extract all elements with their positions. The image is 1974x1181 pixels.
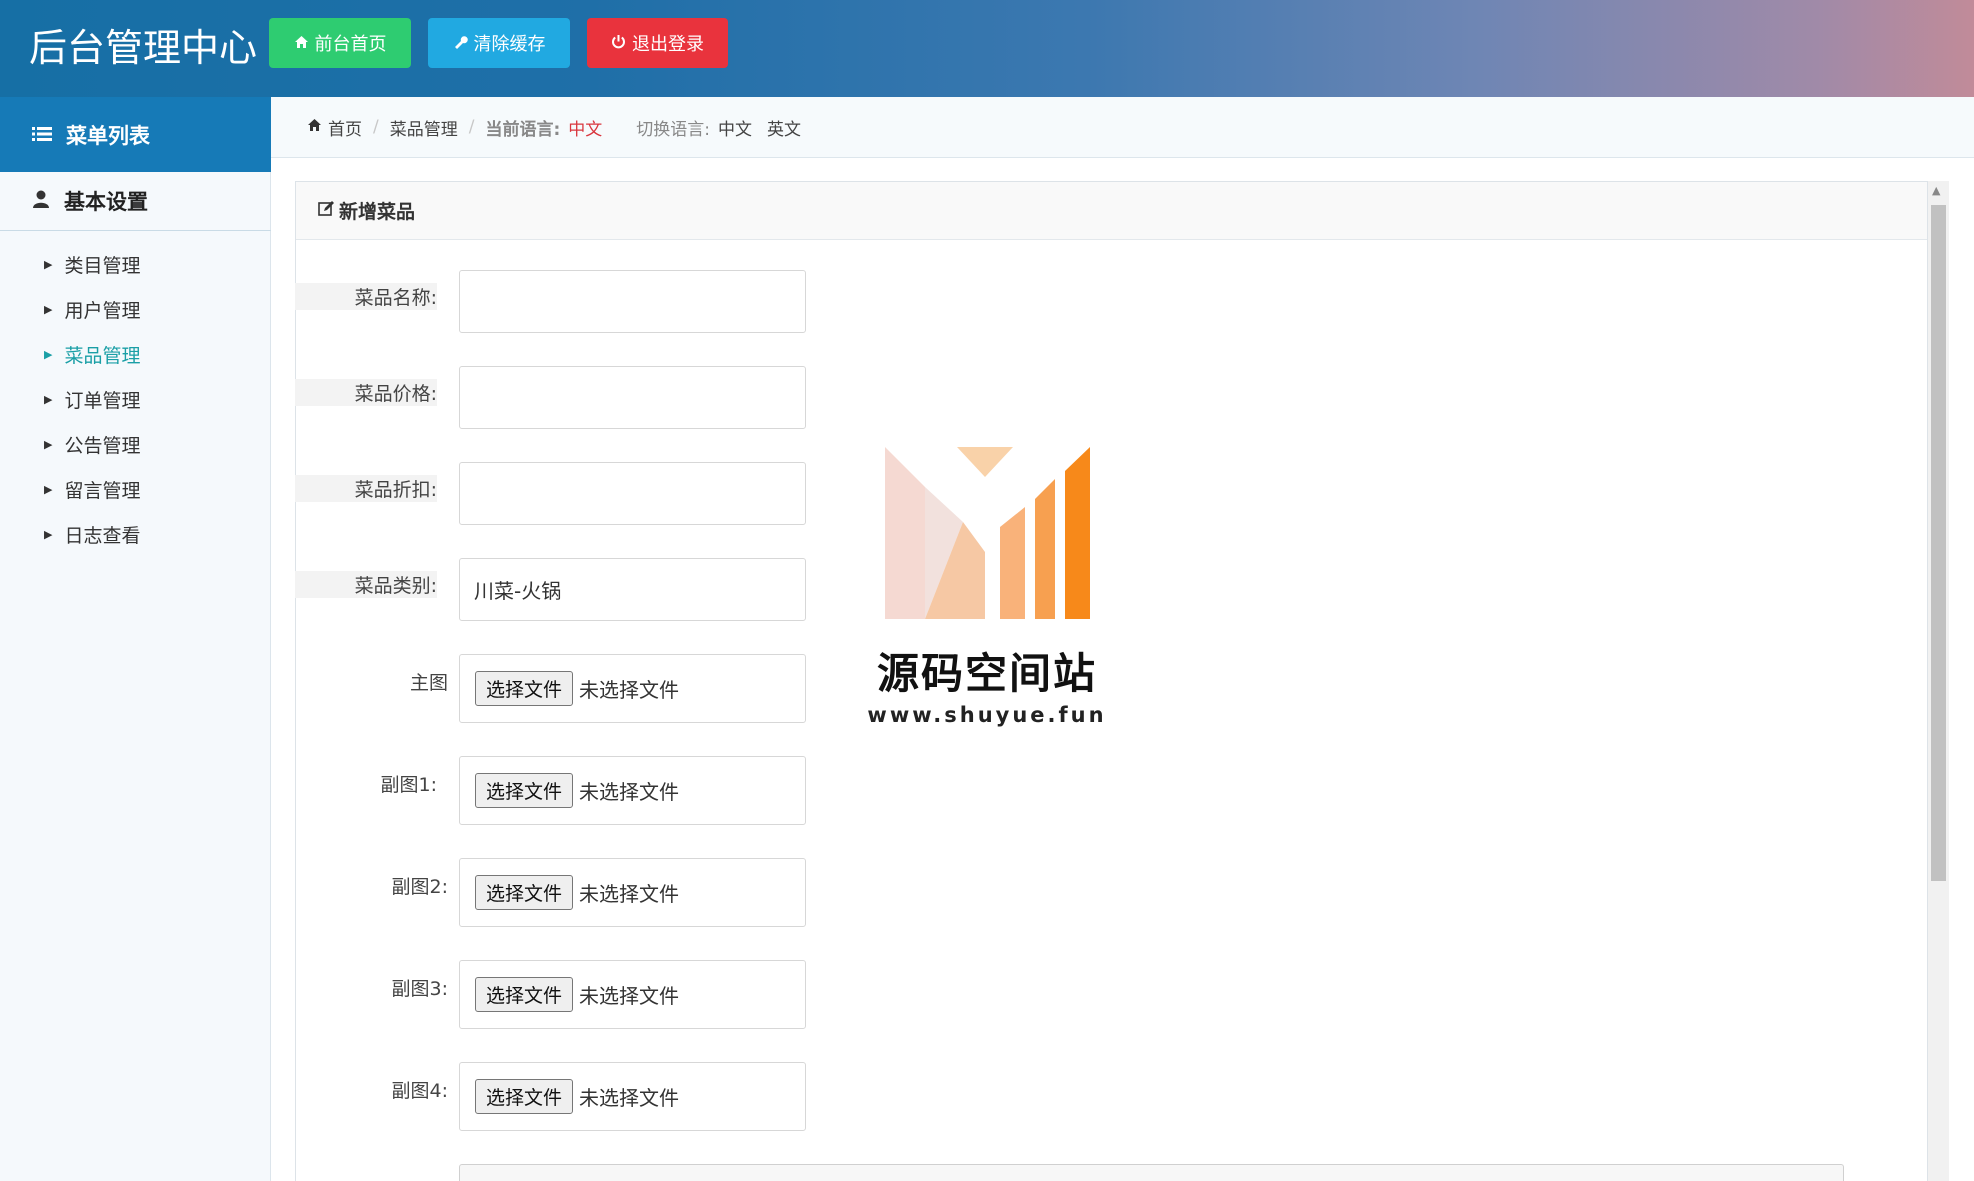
panel-title: 新增菜品 [339, 201, 416, 223]
frontend-home-button[interactable]: 前台首页 [269, 18, 411, 68]
breadcrumb-separator: / [468, 117, 475, 137]
no-file-text: 未选择文件 [579, 780, 680, 804]
no-file-text: 未选择文件 [579, 678, 680, 702]
sidebar-item-messages[interactable]: ▶ 留言管理 [0, 467, 271, 512]
sidebar-item-label: 用户管理 [64, 300, 141, 322]
watermark-logo [885, 447, 1090, 623]
scroll-up-arrow-icon[interactable]: ▲ [1932, 184, 1940, 197]
main-image-label: 主图 [409, 672, 448, 694]
choose-file-button[interactable]: 选择文件 [475, 773, 574, 808]
language-english-link[interactable]: 英文 [767, 115, 801, 140]
caret-right-icon: ▶ [44, 303, 53, 316]
scrollbar-thumb[interactable] [1931, 205, 1946, 881]
breadcrumb: 首页 / 菜品管理 / 当前语言: 中文 切换语言: 中文 英文 [271, 97, 1974, 158]
wrench-icon [453, 34, 468, 53]
power-icon [611, 34, 626, 53]
choose-file-button[interactable]: 选择文件 [475, 977, 574, 1012]
dish-discount-label: 菜品折扣: [295, 475, 437, 502]
sub-image-1-label: 副图1: [380, 774, 438, 796]
sub-image-3-label: 副图3: [391, 978, 449, 1000]
menu-list-header: 菜单列表 [0, 97, 271, 172]
brand-title: 后台管理中心 [29, 26, 258, 70]
list-icon [32, 123, 52, 147]
breadcrumb-section[interactable]: 菜品管理 [390, 115, 458, 140]
sidebar-item-label: 订单管理 [64, 390, 141, 412]
frontend-home-label: 前台首页 [314, 34, 387, 55]
home-icon [307, 117, 322, 137]
sidebar-item-label: 菜品管理 [64, 345, 141, 367]
user-icon [33, 189, 49, 213]
caret-right-icon: ▶ [44, 348, 53, 361]
watermark-url: www.shuyue.fun [867, 703, 1107, 727]
caret-right-icon: ▶ [44, 393, 53, 406]
sidebar-menu: ▶ 类目管理 ▶ 用户管理 ▶ 菜品管理 ▶ 订单管理 ▶ 公告管理 ▶ 留言管… [0, 242, 271, 557]
dish-price-label: 菜品价格: [295, 379, 437, 406]
dish-discount-input[interactable] [459, 462, 806, 525]
switch-language-label: 切换语言: [636, 119, 711, 140]
sidebar-item-label: 日志查看 [64, 525, 141, 547]
dish-name-input[interactable] [459, 270, 806, 333]
sub-image-1-file-input[interactable]: 选择文件 未选择文件 [459, 756, 806, 825]
sidebar-item-logs[interactable]: ▶ 日志查看 [0, 512, 271, 557]
caret-right-icon: ▶ [44, 438, 53, 451]
choose-file-button[interactable]: 选择文件 [475, 671, 574, 706]
clear-cache-button[interactable]: 清除缓存 [428, 18, 570, 68]
sidebar-item-dishes[interactable]: ▶ 菜品管理 [0, 332, 271, 377]
caret-right-icon: ▶ [44, 528, 53, 541]
sub-image-2-file-input[interactable]: 选择文件 未选择文件 [459, 858, 806, 927]
sidebar-item-orders[interactable]: ▶ 订单管理 [0, 377, 271, 422]
dish-category-label: 菜品类别: [295, 571, 437, 598]
sidebar-item-category[interactable]: ▶ 类目管理 [0, 242, 271, 287]
sidebar-item-label: 公告管理 [64, 435, 141, 457]
panel-header: 新增菜品 [296, 182, 1927, 240]
page-scrollbar[interactable]: ▲ [1928, 181, 1949, 1181]
sub-image-4-file-input[interactable]: 选择文件 未选择文件 [459, 1062, 806, 1131]
sidebar-group-label: 基本设置 [64, 190, 148, 214]
home-icon [294, 34, 309, 53]
sidebar: 菜单列表 基本设置 ▶ 类目管理 ▶ 用户管理 ▶ 菜品管理 ▶ 订单管理 ▶ … [0, 97, 271, 1181]
breadcrumb-home-link[interactable]: 首页 [328, 115, 362, 140]
dish-category-select[interactable]: 川菜-火锅 [459, 558, 806, 621]
current-language-value: 中文 [568, 119, 603, 140]
no-file-text: 未选择文件 [579, 882, 680, 906]
watermark-title: 源码空间站 [876, 649, 1097, 698]
dish-name-label: 菜品名称: [295, 283, 437, 310]
sidebar-group-basic-settings[interactable]: 基本设置 [0, 172, 271, 231]
breadcrumb-separator: / [373, 117, 379, 137]
rich-text-editor-toolbar[interactable] [459, 1164, 1844, 1181]
no-file-text: 未选择文件 [579, 984, 680, 1008]
dish-price-input[interactable] [459, 366, 806, 429]
caret-right-icon: ▶ [44, 483, 53, 496]
main-image-file-input[interactable]: 选择文件 未选择文件 [459, 654, 806, 723]
sidebar-item-users[interactable]: ▶ 用户管理 [0, 287, 271, 332]
sub-image-3-file-input[interactable]: 选择文件 未选择文件 [459, 960, 806, 1029]
sidebar-item-label: 类目管理 [64, 255, 141, 277]
menu-list-title: 菜单列表 [66, 123, 150, 148]
no-file-text: 未选择文件 [579, 1086, 680, 1110]
current-language-label: 当前语言: [485, 119, 561, 140]
caret-right-icon: ▶ [44, 258, 53, 271]
choose-file-button[interactable]: 选择文件 [475, 1079, 574, 1114]
logout-label: 退出登录 [632, 34, 704, 55]
sub-image-2-label: 副图2: [391, 876, 449, 898]
top-header: 后台管理中心 前台首页 清除缓存 退出登录 [0, 0, 1974, 97]
logout-button[interactable]: 退出登录 [587, 18, 728, 68]
edit-icon [318, 200, 335, 222]
sub-image-4-label: 副图4: [391, 1080, 449, 1102]
sidebar-item-label: 留言管理 [64, 480, 141, 502]
language-chinese-link[interactable]: 中文 [718, 115, 752, 140]
choose-file-button[interactable]: 选择文件 [475, 875, 574, 910]
sidebar-item-announcements[interactable]: ▶ 公告管理 [0, 422, 271, 467]
clear-cache-label: 清除缓存 [473, 34, 546, 55]
